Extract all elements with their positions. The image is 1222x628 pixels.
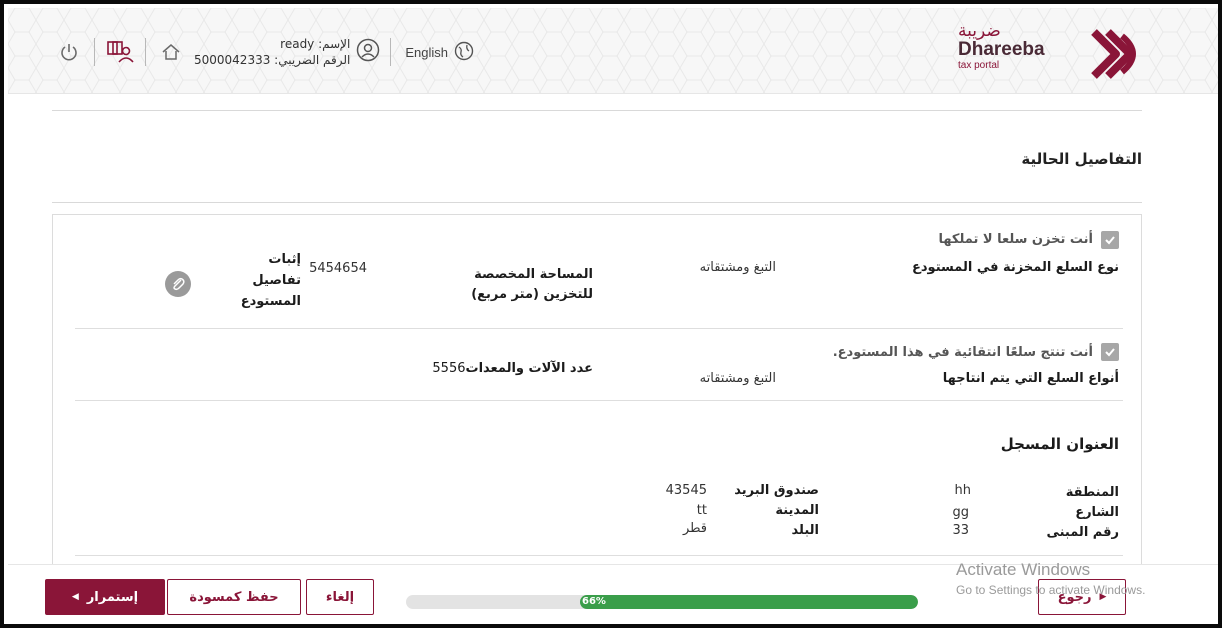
continue-label: إستمرار [86, 589, 139, 605]
divider [52, 110, 1142, 111]
storage-area-label: المساحة المخصصة للتخزين (متر مربع) [471, 267, 593, 302]
attachment-icon[interactable] [165, 271, 191, 297]
wizard-footer: إستمرار ◀ حفظ كمسودة إلغاء 66% ▶ رجوع [8, 564, 1218, 624]
back-button[interactable]: ▶ رجوع [1038, 579, 1126, 615]
header-divider [94, 38, 95, 66]
cancel-label: إلغاء [325, 589, 355, 605]
address-label-city: المدينة [775, 503, 819, 518]
arrow-right-icon: ▶ [1099, 592, 1107, 602]
warehouse-proof-label: إثبات تفاصيل المستودع [240, 252, 301, 309]
machines-label: عدد الآلات والمعدات5556 [432, 361, 593, 376]
save-draft-label: حفظ كمسودة [189, 589, 279, 605]
brand-english: Dhareeba [958, 39, 1045, 60]
storage-goods-type-value: التبغ ومشتقاته [699, 260, 776, 275]
address-title: العنوان المسجل [1000, 435, 1119, 453]
address-value-building: 33 [952, 523, 969, 538]
address-value-city: tt [696, 503, 707, 518]
back-label: رجوع [1057, 589, 1092, 605]
user-name-label: الإسم: ready [280, 37, 351, 51]
storage-area-value: 5454654 [309, 261, 367, 276]
language-label[interactable]: English [405, 45, 448, 60]
header-divider [390, 38, 392, 66]
address-label-pobox: صندوق البريد [734, 483, 819, 498]
address-label-country: البلد [791, 523, 819, 538]
address-label-building: رقم المبنى [1046, 525, 1119, 540]
current-details-title: التفاصيل الحالية [1021, 150, 1142, 168]
cancel-button[interactable]: إلغاء [306, 579, 374, 615]
app-window: الإسم: ready الرقم الضريبي: 5000042333 E… [0, 0, 1222, 628]
header-divider [145, 38, 146, 66]
top-header: الإسم: ready الرقم الضريبي: 5000042333 E… [8, 8, 1218, 94]
user-icon[interactable] [356, 38, 380, 66]
header-toolbar: الإسم: ready الرقم الضريبي: 5000042333 E… [54, 34, 474, 70]
address-label-street: الشارع [1075, 505, 1119, 520]
save-draft-button[interactable]: حفظ كمسودة [167, 579, 301, 615]
check-icon [1105, 348, 1115, 357]
warehouse-details-card: أنت تخزن سلعا لا تملكها نوع السلع المخزن… [52, 214, 1142, 564]
address-value-street: gg [952, 505, 969, 520]
storage-checkbox-label: أنت تخزن سلعا لا تملكها [938, 232, 1093, 247]
continue-button[interactable]: إستمرار ◀ [45, 579, 165, 615]
progress-fill [580, 595, 918, 609]
row-divider [75, 400, 1123, 401]
progress-bar: 66% [406, 595, 918, 609]
brand-name: ضريبة Dhareeba tax portal [958, 22, 1078, 72]
address-value-country: قطر [682, 521, 707, 536]
machines-label-text: عدد الآلات والمعدات [465, 361, 594, 376]
brand-subtitle: tax portal [958, 60, 1000, 71]
production-goods-type-value: التبغ ومشتقاته [699, 371, 776, 386]
row-divider [75, 328, 1123, 329]
row-divider [75, 555, 1123, 556]
globe-icon [454, 41, 474, 64]
logout-icon[interactable] [54, 37, 84, 67]
address-value-region: hh [954, 483, 971, 498]
address-value-pobox: 43545 [665, 483, 707, 498]
storage-checkbox[interactable] [1101, 231, 1119, 249]
dhareeba-logo-icon[interactable] [1086, 22, 1150, 86]
address-label-region: المنطقة [1065, 485, 1119, 500]
home-icon[interactable] [156, 37, 186, 67]
production-goods-type-label: أنواع السلع التي يتم انتاجها [942, 371, 1119, 386]
check-icon [1105, 236, 1115, 245]
language-switch[interactable]: English [405, 41, 474, 64]
production-checkbox[interactable] [1101, 343, 1119, 361]
divider [52, 202, 1142, 203]
profile-switch-icon[interactable] [105, 37, 135, 67]
progress-text: 66% [582, 596, 606, 607]
production-checkbox-label: أنت تنتج سلعًا انتقائية في هذا المستودع. [832, 345, 1093, 360]
storage-goods-type-label: نوع السلع المخزنة في المستودع [912, 260, 1119, 275]
user-info: الإسم: ready الرقم الضريبي: 5000042333 [194, 36, 380, 68]
brand-arabic: ضريبة [958, 21, 1001, 41]
machines-value: 5556 [432, 361, 466, 376]
main-content: التفاصيل الحالية أنت تخزن سلعا لا تملكها… [8, 94, 1218, 564]
tax-number-label: الرقم الضريبي: 5000042333 [194, 53, 351, 67]
arrow-left-icon: ◀ [71, 592, 79, 602]
